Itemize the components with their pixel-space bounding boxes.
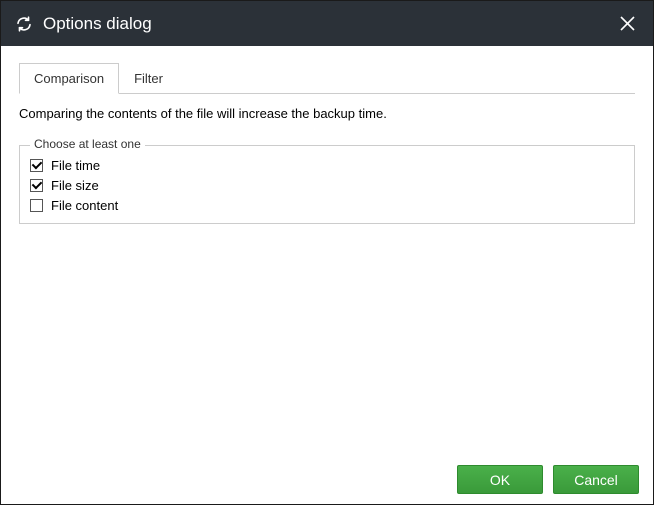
file-content-option[interactable]: File content [30, 198, 624, 213]
comparison-description: Comparing the contents of the file will … [19, 106, 635, 121]
sync-icon [15, 15, 33, 33]
dialog-title: Options dialog [43, 14, 615, 34]
fieldset-legend: Choose at least one [30, 137, 145, 151]
dialog-footer: OK Cancel [1, 455, 653, 504]
file-time-label: File time [51, 158, 100, 173]
file-content-label: File content [51, 198, 118, 213]
cancel-button[interactable]: Cancel [553, 465, 639, 494]
ok-button[interactable]: OK [457, 465, 543, 494]
file-time-option[interactable]: File time [30, 158, 624, 173]
choose-at-least-one-fieldset: Choose at least one File time File size … [19, 145, 635, 224]
file-size-option[interactable]: File size [30, 178, 624, 193]
file-size-checkbox[interactable] [30, 179, 43, 192]
spacer [19, 224, 635, 455]
file-size-label: File size [51, 178, 99, 193]
file-content-checkbox[interactable] [30, 199, 43, 212]
tab-bar: Comparison Filter [19, 62, 635, 94]
titlebar: Options dialog [1, 1, 653, 46]
tab-comparison[interactable]: Comparison [19, 63, 119, 94]
close-icon[interactable] [615, 12, 639, 36]
options-dialog: Options dialog Comparison Filter Compari… [0, 0, 654, 505]
tab-filter[interactable]: Filter [119, 63, 178, 94]
file-time-checkbox[interactable] [30, 159, 43, 172]
dialog-content: Comparison Filter Comparing the contents… [1, 46, 653, 455]
